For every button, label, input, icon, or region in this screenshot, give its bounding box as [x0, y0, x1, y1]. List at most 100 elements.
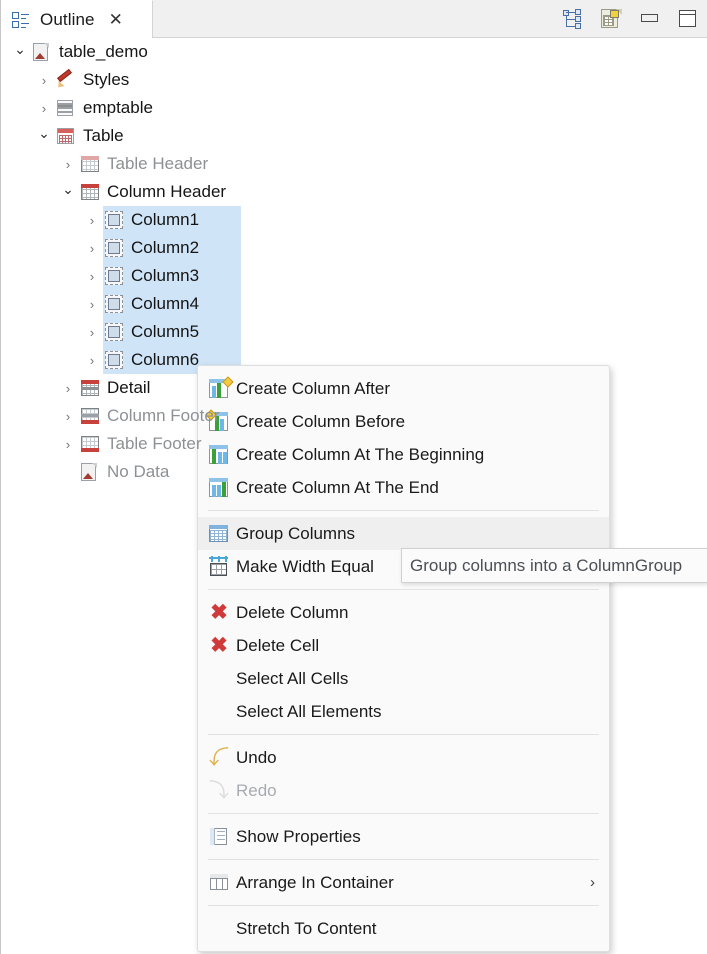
create-column-beginning-icon — [206, 444, 232, 466]
menu-item-show-properties[interactable]: Show Properties — [198, 820, 609, 853]
menu-separator — [208, 734, 599, 735]
tree-item-label: Table Header — [107, 154, 208, 174]
delete-cell-icon: ✖ — [206, 635, 232, 657]
chevron-right-icon[interactable]: › — [57, 438, 79, 451]
menu-item-label: Delete Cell — [236, 636, 595, 656]
outline-icon — [11, 10, 31, 30]
tree-item-label: Column4 — [131, 294, 199, 314]
menu-separator — [208, 589, 599, 590]
tree-item-label: Detail — [107, 378, 150, 398]
column-header-icon — [79, 182, 101, 202]
menu-item-select-all-cells[interactable]: Select All Cells — [198, 662, 609, 695]
tree-item-table-demo[interactable]: ⌄ table_demo — [1, 38, 707, 66]
chevron-down-icon[interactable]: ⌄ — [33, 126, 55, 140]
pencil-icon — [55, 70, 77, 90]
maximize-icon[interactable] — [676, 7, 700, 31]
show-thumbnail-icon[interactable] — [600, 7, 624, 31]
chevron-right-icon[interactable]: › — [33, 74, 55, 87]
show-properties-icon — [206, 826, 232, 848]
chevron-right-icon[interactable]: › — [57, 410, 79, 423]
menu-item-stretch-to-content[interactable]: Stretch To Content — [198, 912, 609, 945]
link-with-editor-icon[interactable] — [562, 7, 586, 31]
tab-label: Outline — [40, 10, 95, 30]
tree-item-label: Table — [83, 126, 124, 146]
menu-icon-placeholder — [206, 668, 232, 690]
menu-item-label: Undo — [236, 748, 595, 768]
menu-item-delete-column[interactable]: ✖Delete Column — [198, 596, 609, 629]
chevron-right-icon[interactable]: › — [81, 298, 103, 311]
tree-item-label: Styles — [83, 70, 129, 90]
column-icon — [103, 322, 125, 342]
minimize-icon[interactable] — [638, 7, 662, 31]
tree-item-column2[interactable]: › Column2 — [1, 234, 707, 262]
tab-outline[interactable]: Outline ✕ — [1, 0, 153, 38]
menu-item-label: Redo — [236, 781, 595, 801]
dataset-rows-icon — [55, 98, 77, 118]
menu-item-create-column-at-the-beginning[interactable]: Create Column At The Beginning — [198, 438, 609, 471]
chevron-right-icon: › — [590, 874, 595, 891]
menu-item-label: Create Column At The End — [236, 478, 595, 498]
tree-item-label: Column Footer — [107, 406, 219, 426]
menu-item-label: Select All Cells — [236, 669, 595, 689]
view-toolbar — [562, 0, 700, 38]
column-icon — [103, 210, 125, 230]
tree-item-column5[interactable]: › Column5 — [1, 318, 707, 346]
menu-item-label: Stretch To Content — [236, 919, 595, 939]
arrange-in-container-icon — [206, 872, 232, 894]
chevron-down-icon[interactable]: ⌄ — [9, 42, 31, 56]
tree-item-column-header[interactable]: ⌄ Column Header — [1, 178, 707, 206]
tree-item-column1[interactable]: ›Column1 — [1, 206, 707, 234]
column-icon — [103, 266, 125, 286]
tree-item-label: Column5 — [131, 322, 199, 342]
column-footer-icon — [79, 406, 101, 426]
tree-item-emptable[interactable]: › emptable — [1, 94, 707, 122]
chevron-right-icon[interactable]: › — [57, 382, 79, 395]
menu-icon-placeholder — [206, 701, 232, 723]
chevron-right-icon[interactable]: › — [81, 326, 103, 339]
menu-item-label: Arrange In Container — [236, 873, 570, 893]
chevron-right-icon[interactable]: › — [81, 270, 103, 283]
chevron-right-icon[interactable]: › — [33, 102, 55, 115]
undo-icon: ⤵ — [206, 747, 232, 769]
tree-item-label: Column2 — [131, 238, 199, 258]
outline-view-panel: Outline ✕ ⌄ table_demo › Styles › emptable ⌄ Ta… — [0, 0, 707, 954]
tree-item-label: Column Header — [107, 182, 226, 202]
menu-item-arrange-in-container[interactable]: Arrange In Container › — [198, 866, 609, 899]
menu-item-create-column-at-the-end[interactable]: Create Column At The End — [198, 471, 609, 504]
menu-separator — [208, 859, 599, 860]
table-footer-icon — [79, 434, 101, 454]
tree-item-label: Column3 — [131, 266, 199, 286]
close-icon[interactable]: ✕ — [109, 11, 123, 28]
chevron-right-icon[interactable]: › — [81, 214, 103, 227]
delete-column-icon: ✖ — [206, 602, 232, 624]
tree-item-styles[interactable]: › Styles — [1, 66, 707, 94]
tab-bar: Outline ✕ — [1, 0, 707, 38]
context-menu[interactable]: Create Column After Create Column Before C… — [197, 365, 610, 952]
chevron-right-icon[interactable]: › — [81, 354, 103, 367]
tree-item-label: No Data — [107, 462, 169, 482]
menu-item-select-all-elements[interactable]: Select All Elements — [198, 695, 609, 728]
chevron-down-icon[interactable]: ⌄ — [57, 182, 79, 196]
chevron-right-icon[interactable]: › — [57, 158, 79, 171]
tree-item-column3[interactable]: › Column3 — [1, 262, 707, 290]
tree-item-label: emptable — [83, 98, 153, 118]
menu-item-label: Group Columns — [236, 524, 595, 544]
tree-item-table-header[interactable]: › Table Header — [1, 150, 707, 178]
menu-item-redo: ⤵Redo — [198, 774, 609, 807]
column-icon — [103, 350, 125, 370]
tree-item-label: table_demo — [59, 42, 148, 62]
detail-icon — [79, 378, 101, 398]
tree-item-column4[interactable]: › Column4 — [1, 290, 707, 318]
menu-item-label: Create Column After — [236, 379, 595, 399]
no-data-icon — [79, 462, 101, 482]
menu-item-undo[interactable]: ⤵Undo — [198, 741, 609, 774]
tree-item-table[interactable]: ⌄ Table — [1, 122, 707, 150]
menu-item-create-column-before[interactable]: Create Column Before — [198, 405, 609, 438]
menu-item-create-column-after[interactable]: Create Column After — [198, 372, 609, 405]
menu-item-delete-cell[interactable]: ✖Delete Cell — [198, 629, 609, 662]
chevron-right-icon[interactable]: › — [81, 242, 103, 255]
menu-item-group-columns[interactable]: Group Columns — [198, 517, 609, 550]
menu-item-label: Create Column Before — [236, 412, 595, 432]
menu-separator — [208, 510, 599, 511]
table-calendar-icon — [55, 126, 77, 146]
